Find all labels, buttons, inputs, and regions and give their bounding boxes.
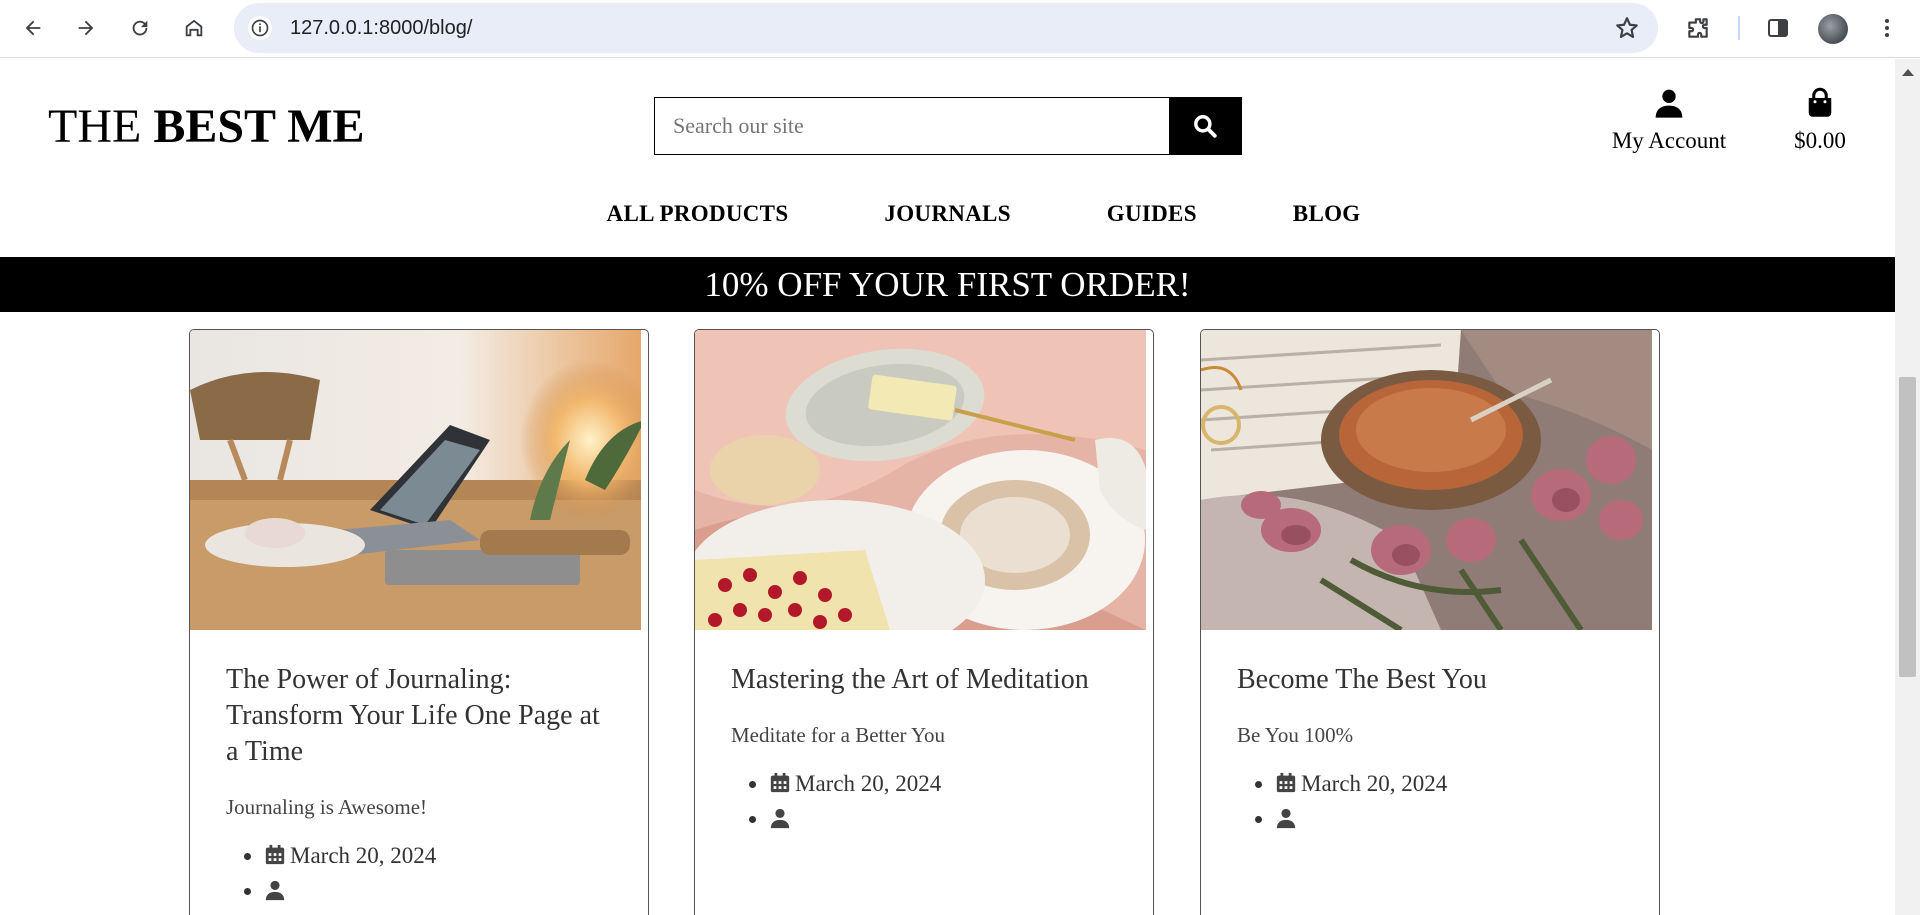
main-navigation: ALL PRODUCTS JOURNALS GUIDES BLOG [0, 201, 1895, 227]
promo-banner: 10% OFF YOUR FIRST ORDER! [0, 257, 1895, 312]
back-button[interactable] [15, 10, 51, 46]
post-excerpt: Meditate for a Better You [731, 723, 946, 747]
bookmark-star-icon[interactable] [1614, 15, 1640, 46]
nav-blog[interactable]: BLOG [1293, 201, 1361, 227]
arrow-right-icon [78, 20, 94, 36]
home-icon [185, 19, 203, 37]
profile-avatar[interactable] [1818, 14, 1848, 44]
puzzle-icon [1688, 18, 1708, 38]
browser-toolbar: 127.0.0.1:8000/blog/ [0, 0, 1920, 58]
user-icon [770, 808, 790, 829]
nav-all-products[interactable]: ALL PRODUCTS [607, 201, 789, 227]
blog-post-card[interactable]: The Power of Journaling: Transform Your … [189, 329, 649, 915]
post-meta: March 20, 2024 [264, 842, 612, 905]
post-excerpt: Be You 100% [1237, 723, 1354, 747]
my-account-label: My Account [1611, 128, 1727, 153]
post-date: March 20, 2024 [769, 770, 1117, 798]
reload-icon [132, 20, 148, 36]
post-title[interactable]: Mastering the Art of Meditation [731, 662, 1117, 698]
post-author [1275, 805, 1623, 833]
url-text[interactable]: 127.0.0.1:8000/blog/ [290, 17, 472, 40]
nav-guides[interactable]: GUIDES [1107, 201, 1197, 227]
side-panel-button[interactable] [1760, 10, 1796, 46]
search-button[interactable] [1169, 98, 1241, 154]
scroll-up-icon[interactable] [1902, 69, 1914, 76]
scrollbar-thumb[interactable] [1899, 377, 1916, 677]
site-logo[interactable]: THE BEST ME [48, 99, 365, 154]
reload-button[interactable] [122, 10, 158, 46]
search-input[interactable] [655, 98, 1169, 154]
post-image[interactable] [695, 330, 1146, 630]
forward-button[interactable] [68, 10, 104, 46]
side-panel-icon [1768, 19, 1788, 37]
page-viewport: THE BEST ME My Account $0.00 ALL PRODUCT… [0, 59, 1895, 915]
blog-post-card[interactable]: Mastering the Art of Meditation Meditate… [694, 329, 1154, 915]
cart-link[interactable]: $0.00 [1780, 87, 1860, 154]
page-scrollbar[interactable] [1895, 59, 1920, 915]
address-bar[interactable]: 127.0.0.1:8000/blog/ [234, 3, 1658, 53]
user-icon [1276, 808, 1296, 829]
calendar-icon [265, 844, 285, 865]
post-image[interactable] [190, 330, 641, 630]
post-author [264, 877, 612, 905]
calendar-icon [1276, 772, 1296, 793]
logo-text-the: THE [48, 100, 154, 153]
extensions-button[interactable] [1680, 10, 1716, 46]
logo-text-best-me: BEST ME [153, 100, 365, 153]
browser-menu-button[interactable] [1869, 10, 1905, 46]
post-author [769, 805, 1117, 833]
cart-total: $0.00 [1794, 128, 1846, 153]
kebab-menu-icon [1885, 19, 1889, 37]
post-excerpt: Journaling is Awesome! [226, 795, 428, 819]
user-icon [265, 880, 285, 901]
home-button[interactable] [176, 10, 212, 46]
blog-post-card[interactable]: Become The Best You Be You 100% March 20… [1200, 329, 1660, 915]
post-date-text: March 20, 2024 [795, 771, 942, 796]
arrow-left-icon [25, 20, 41, 36]
search-form [654, 97, 1242, 155]
post-image[interactable] [1201, 330, 1652, 630]
user-icon [1655, 89, 1683, 118]
toolbar-divider [1738, 16, 1740, 40]
my-account-link[interactable]: My Account [1604, 87, 1734, 154]
site-info-icon[interactable] [248, 16, 272, 40]
post-date: March 20, 2024 [264, 842, 612, 870]
post-title[interactable]: The Power of Journaling: Transform Your … [226, 662, 612, 770]
post-meta: March 20, 2024 [1275, 770, 1623, 833]
post-date-text: March 20, 2024 [1301, 771, 1448, 796]
post-meta: March 20, 2024 [769, 770, 1117, 833]
post-date: March 20, 2024 [1275, 770, 1623, 798]
shopping-bag-icon [1808, 87, 1832, 117]
post-title[interactable]: Become The Best You [1237, 662, 1623, 698]
nav-journals[interactable]: JOURNALS [884, 201, 1010, 227]
calendar-icon [770, 772, 790, 793]
search-icon [1194, 115, 1217, 138]
post-date-text: March 20, 2024 [290, 843, 437, 868]
